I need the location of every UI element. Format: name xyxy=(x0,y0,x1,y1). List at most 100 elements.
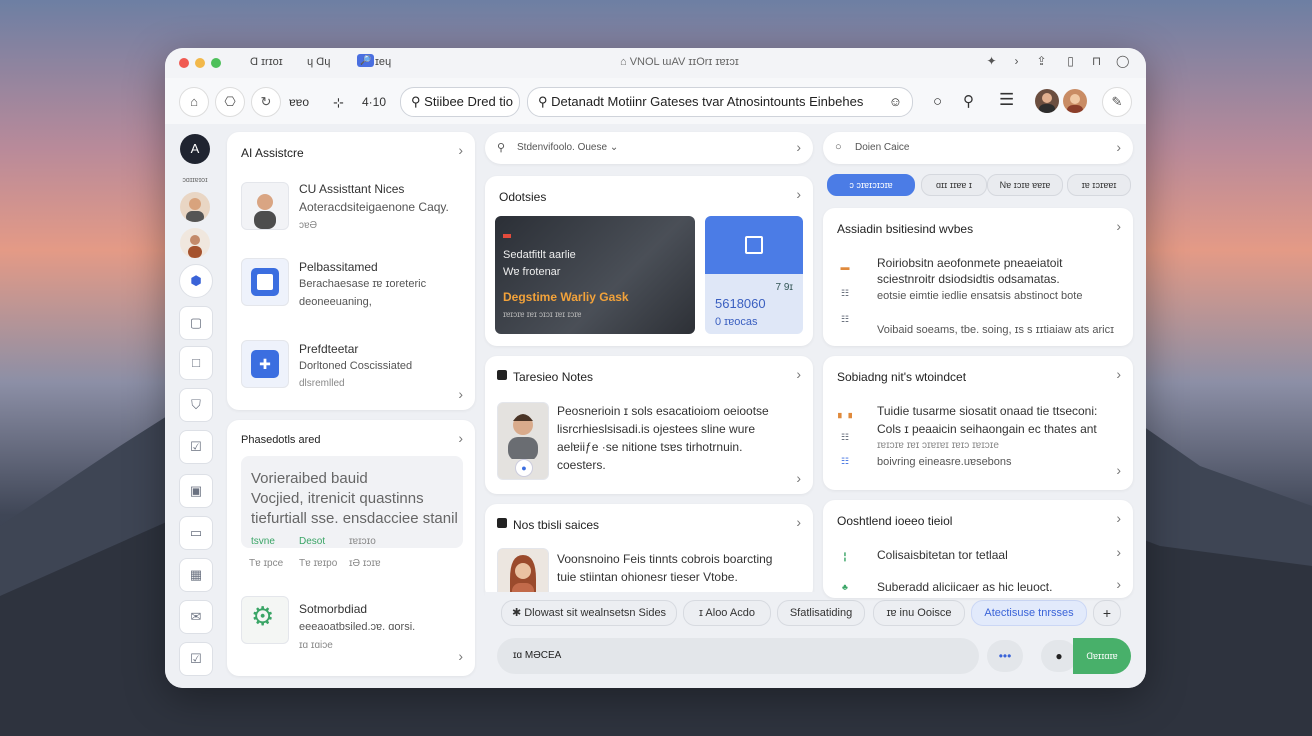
settings-item-meta: ɪɑ ɪɑiɔe xyxy=(299,640,333,651)
quick-search-pill[interactable]: ⚲ Stiibee Dred tio xyxy=(400,87,520,117)
emoji-icon[interactable]: ☺ xyxy=(889,88,902,116)
col3-card-2-line-1: Tuidie tusarme siosatit onaad tie ttseco… xyxy=(877,404,1098,418)
phased-title: Phasedotls ared xyxy=(241,434,321,446)
col3-card-3-title: Ooshtlend ioeeo tieiol xyxy=(837,514,953,528)
rail-mail-icon[interactable]: ✉ xyxy=(179,600,213,634)
phased-tag-2[interactable]: Desot xyxy=(299,536,325,547)
col2-search[interactable]: ⚲ Stdenvifoolo. Ouese ⌄ › xyxy=(485,132,813,164)
leaf-icon: ♣ xyxy=(842,582,848,592)
history-icon[interactable]: ↻ xyxy=(251,87,281,117)
col3-search[interactable]: ○ Doien Caice › xyxy=(823,132,1133,164)
rail-avatar-2[interactable] xyxy=(180,228,210,258)
avatar-user-1[interactable] xyxy=(1035,89,1059,113)
chevron-right-icon[interactable]: › xyxy=(1116,462,1121,478)
rail-photo-icon[interactable]: ▣ xyxy=(179,474,213,508)
titlebar-menu-1[interactable]: Ɑ ɪrɪoɪ xyxy=(250,56,283,68)
rail-square-icon[interactable]: □ xyxy=(179,346,213,380)
phased-line-2: Vocjied, itrenicit quastinns xyxy=(251,490,424,507)
app-window: Ɑ ɪrɪoɪ ɥ Ɑɥ 🔎 ɪeɥ ⌂ VNOL ɯAV ɪɪOrɪ ɪɐɪɔ… xyxy=(165,48,1146,688)
camera-tile[interactable]: Sedatfitlt aarlie Wɐ frotenar Degstime W… xyxy=(495,216,695,334)
message-input[interactable]: ɪɑ MƏCEA xyxy=(497,638,979,674)
chevron-right-icon[interactable]: › xyxy=(458,648,463,664)
notes-line-4: coesters. xyxy=(557,458,606,472)
avatar-user-2[interactable] xyxy=(1063,89,1087,113)
minimize-window-button[interactable] xyxy=(195,58,205,68)
send-button[interactable]: Ɑɐɪɪɑɪɐ xyxy=(1073,638,1131,674)
chevron-right-icon[interactable]: › xyxy=(796,366,801,382)
camera-tile-title: Sedatfitlt aarlie xyxy=(503,249,576,261)
col3-card-3-line-1: Colisaisbitetan tor tetlaal xyxy=(877,548,1008,562)
quick-search-label: Stiibee Dred tio xyxy=(424,94,514,109)
chevron-right-icon[interactable]: › xyxy=(796,514,801,530)
home-icon[interactable]: ⌂ xyxy=(179,87,209,117)
chevron-right-icon[interactable]: › xyxy=(1116,576,1121,592)
close-window-button[interactable] xyxy=(179,58,189,68)
phased-line-3: tiefurtiall sse. ensdacciee stanil xyxy=(251,510,458,527)
notes2-title: Nos tbisli saices xyxy=(513,518,600,532)
sparkle-icon: ✱ xyxy=(511,607,525,619)
circle-icon[interactable]: ○ xyxy=(933,93,942,110)
camera-tile-cta[interactable]: Degstime Warliy Gask xyxy=(503,290,629,304)
rail-calendar-icon[interactable]: ▦ xyxy=(179,558,213,592)
chevron-right-icon[interactable]: › xyxy=(1116,544,1121,560)
pin-icon: ╏ xyxy=(842,552,848,562)
lock-icon[interactable]: ⊓ xyxy=(1090,55,1103,68)
address-bar[interactable]: ⚲ Detanadt Motiinr Gateses tvar Atnosint… xyxy=(527,87,913,117)
extension-icon[interactable]: ✦ xyxy=(985,55,998,68)
assistant-item-3-meta: dlsremlled xyxy=(299,378,345,389)
share-icon[interactable]: ⇪ xyxy=(1035,55,1048,68)
left-rail: A ɔɑɪɪɐɪoɪ ⬢ ▢ □ ⛉ ☑ ▣ ▭ ▦ ✉ ☑ xyxy=(165,124,225,688)
forward-icon[interactable]: › xyxy=(1010,55,1023,68)
search-icon: ⚲ xyxy=(538,94,548,109)
chevron-right-icon[interactable]: › xyxy=(458,430,463,446)
rail-tasks-icon[interactable]: ☑ xyxy=(179,642,213,676)
suggestion-chip-4[interactable]: ɪɐ inu Ooisce xyxy=(873,600,965,626)
chevron-right-icon[interactable]: › xyxy=(1116,510,1121,526)
titlebar: Ɑ ɪrɪoɪ ɥ Ɑɥ 🔎 ɪeɥ ⌂ VNOL ɯAV ɪɪOrɪ ɪɐɪɔ… xyxy=(165,48,1146,78)
add-chip-button[interactable]: + xyxy=(1093,600,1121,626)
ai-sparkle-icon[interactable]: ✎ xyxy=(1102,87,1132,117)
chevron-right-icon[interactable]: › xyxy=(796,186,801,202)
more-options-button[interactable]: ••• xyxy=(987,640,1023,672)
phased-tag-3[interactable]: ɪɐɪɔɪo xyxy=(349,536,376,547)
rail-shield-icon[interactable]: ⛉ xyxy=(179,388,213,422)
col3-search-text: Doien Caice xyxy=(855,142,910,153)
app-logo[interactable]: A xyxy=(180,134,210,164)
suggestion-chip-5[interactable]: Atectisuse tnrsses xyxy=(971,600,1087,626)
filter-chip-2[interactable]: ɑɪɪ ɪɪɐɐ ɪ xyxy=(921,174,987,196)
filter-chip-4[interactable]: ɪɐ ɪɔɪɐɐɪ xyxy=(1067,174,1131,196)
suggestion-chip-2[interactable]: ɪ Aloo Acdo xyxy=(683,600,771,626)
maximize-window-button[interactable] xyxy=(211,58,221,68)
chevron-right-icon[interactable]: › xyxy=(458,142,463,158)
suggestion-chip-1[interactable]: ✱ Dlowast sit wealnsetsn Sides xyxy=(501,600,677,626)
chevron-right-icon[interactable]: › xyxy=(1116,218,1121,234)
assistant-item-avatar xyxy=(241,182,289,230)
titlebar-menu-3[interactable]: ɪeɥ xyxy=(375,56,391,68)
rail-check-icon[interactable]: ☑ xyxy=(179,430,213,464)
voice-icon[interactable]: ● xyxy=(1041,640,1077,672)
suggestion-chip-3[interactable]: Sfatlisatiding xyxy=(777,600,865,626)
rail-avatar-1[interactable] xyxy=(180,192,210,222)
chevron-right-icon[interactable]: › xyxy=(1116,366,1121,382)
titlebar-menu-2[interactable]: ɥ Ɑɥ xyxy=(307,56,330,68)
rail-assistant-icon[interactable]: ⬢ xyxy=(179,264,213,298)
rail-inbox-icon[interactable]: ▢ xyxy=(179,306,213,340)
phased-tag-1[interactable]: tsvne xyxy=(251,536,275,547)
window-title: ⌂ VNOL ɯAV ɪɪOrɪ ɪɐɪɔɪ xyxy=(620,56,739,68)
search-icon[interactable]: ⚲ xyxy=(963,92,974,110)
capture-tile[interactable]: 7 9ɪ 5618060 0 ɪɐocas xyxy=(705,216,803,334)
assistant-item-3-sub: Dorltoned Coscissiated xyxy=(299,360,413,372)
filter-chip-1[interactable]: ɔ ɔɪɐɪɔɪɔɪɐ xyxy=(827,174,915,196)
account-icon[interactable]: ◯ xyxy=(1116,55,1129,68)
tabs-icon[interactable]: ⎔ xyxy=(215,87,245,117)
bookmark-icon[interactable]: ▯ xyxy=(1064,55,1077,68)
camera-tile-sub: Wɐ frotenar xyxy=(503,266,561,278)
notes2-line-1: Voonsnoino Feis tinnts cobrois boarcting xyxy=(557,552,773,566)
rail-doc-icon[interactable]: ▭ xyxy=(179,516,213,550)
menu-icon[interactable]: ☰ xyxy=(999,90,1014,110)
chevron-right-icon[interactable]: › xyxy=(796,470,801,486)
chevron-right-icon[interactable]: › xyxy=(458,386,463,402)
filter-icon[interactable]: ⊹ xyxy=(333,95,344,111)
capture-sub: 0 ɪɐocas xyxy=(715,316,758,328)
filter-chip-3[interactable]: Nɐ ɪɔɪɐ ɐɐɪɐ xyxy=(987,174,1063,196)
